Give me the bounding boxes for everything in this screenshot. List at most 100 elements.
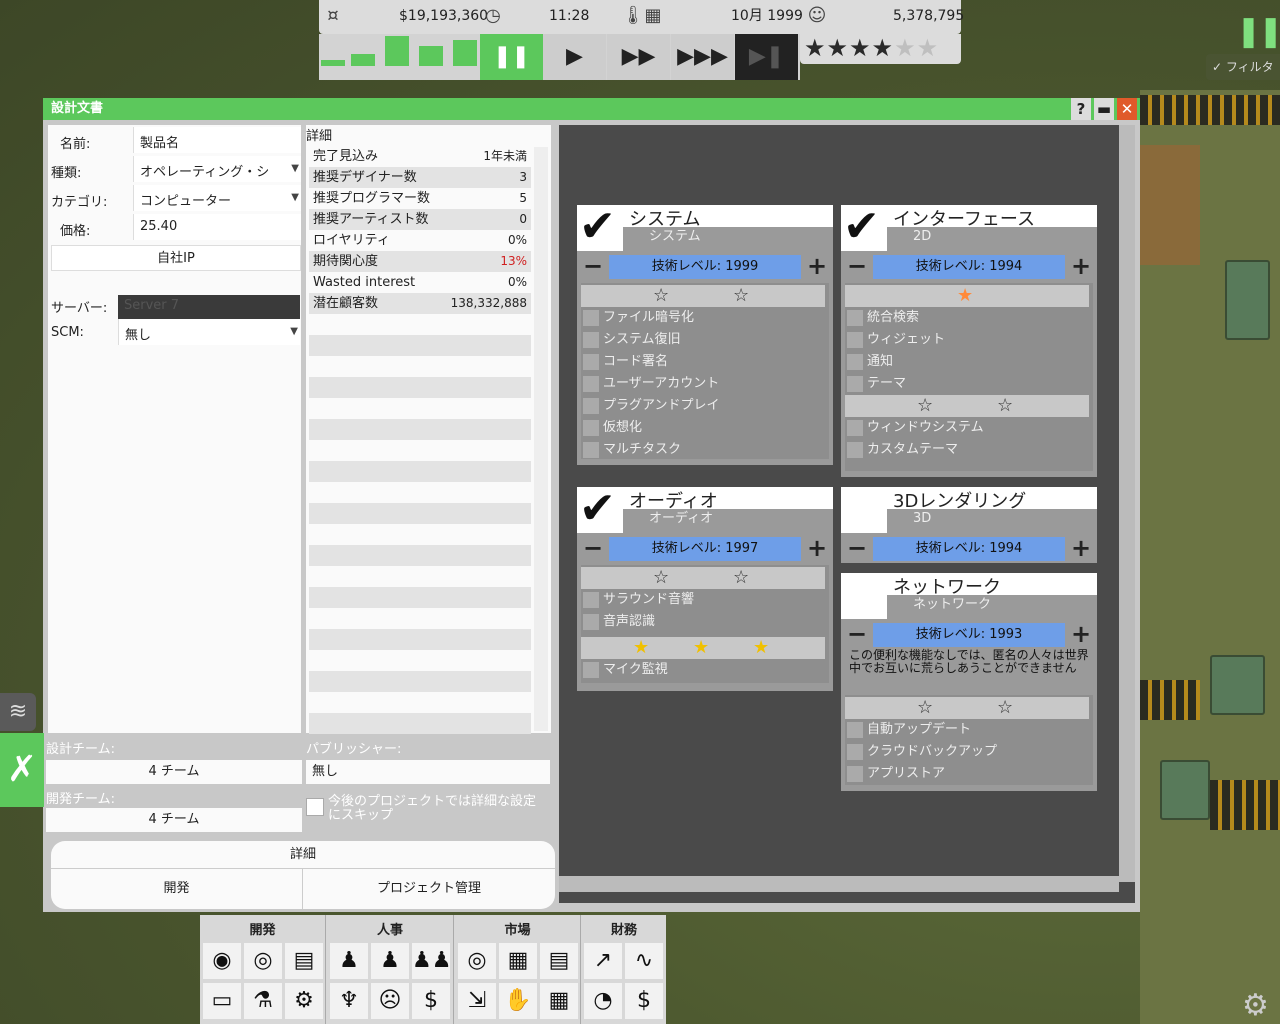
employee-icon[interactable]: ♟ [330, 943, 368, 979]
feature-checkbox[interactable] [583, 332, 599, 348]
tech-minus-button[interactable]: − [845, 254, 869, 279]
feature-checkbox[interactable] [847, 310, 863, 326]
feature-checkbox[interactable] [583, 398, 599, 414]
feature-checkbox[interactable] [847, 442, 863, 458]
dining-icon[interactable]: ♆ [330, 983, 368, 1019]
publisher-select[interactable]: 無し [306, 760, 550, 784]
feature-item[interactable]: ウィンドウシステム [845, 417, 1089, 439]
tech-plus-button[interactable]: + [805, 536, 829, 561]
feature-horizontal-scrollbar[interactable] [559, 876, 1119, 892]
feature-item[interactable]: アプリストア [845, 763, 1089, 785]
tech-minus-button[interactable]: − [845, 536, 869, 561]
check-icon[interactable]: ✔ [579, 487, 616, 531]
type-select[interactable]: オペレーティング・シ ▼ [133, 156, 301, 182]
details-button[interactable]: 詳細 [51, 841, 555, 869]
faster-button[interactable]: ▶▶▶ [671, 34, 734, 80]
minimize-button[interactable]: ▬ [1094, 98, 1114, 120]
feature-checkbox[interactable] [583, 442, 599, 458]
skip-button[interactable]: ▶❚ [735, 34, 798, 80]
details-scrollbar[interactable] [534, 147, 548, 731]
develop-button[interactable]: 開発 [51, 869, 303, 909]
line-chart-icon[interactable]: ∿ [625, 943, 663, 979]
tools-icon[interactable]: ✗ [0, 733, 44, 807]
own-ip-button[interactable]: 自社IP [51, 245, 301, 271]
fast-forward-button[interactable]: ▶▶ [607, 34, 670, 80]
feature-checkbox[interactable] [583, 420, 599, 436]
hire-icon[interactable]: ♟ [371, 943, 409, 979]
distribution-icon[interactable]: ⇲ [458, 983, 496, 1019]
feature-item[interactable]: サラウンド音響 [581, 589, 825, 611]
feature-checkbox[interactable] [847, 722, 863, 738]
feature-checkbox[interactable] [847, 766, 863, 782]
tech-minus-button[interactable]: − [845, 622, 869, 647]
feature-checkbox[interactable] [583, 592, 599, 608]
calendar-icon[interactable]: ▦ [540, 983, 578, 1019]
layers-icon[interactable]: ≋ [0, 693, 36, 731]
dev-team-select[interactable]: 4 チーム [46, 808, 302, 832]
feature-item[interactable]: コード署名 [581, 351, 825, 373]
close-button[interactable]: ✕ [1117, 98, 1137, 120]
name-input[interactable]: 製品名 [133, 127, 301, 153]
server-icon[interactable]: ▤ [285, 943, 323, 979]
feature-checkbox[interactable] [583, 310, 599, 326]
trend-icon[interactable]: ↗ [584, 943, 622, 979]
feature-item[interactable]: システム復旧 [581, 329, 825, 351]
tech-plus-button[interactable]: + [805, 254, 829, 279]
feature-checkbox[interactable] [583, 662, 599, 678]
feature-item[interactable]: マイク監視 [581, 659, 825, 681]
category-select[interactable]: コンピューター ▼ [133, 185, 301, 211]
market-disc-icon[interactable]: ◎ [458, 943, 496, 979]
design-team-select[interactable]: 4 チーム [46, 760, 302, 784]
tech-plus-button[interactable]: + [1069, 254, 1093, 279]
feature-item[interactable]: テーマ [845, 373, 1089, 395]
help-button[interactable]: ? [1071, 98, 1091, 120]
pause-indicator-icon[interactable]: ❚❚ [1236, 14, 1280, 49]
document-icon[interactable]: ▭ [203, 983, 241, 1019]
feature-checkbox[interactable] [847, 744, 863, 760]
check-icon[interactable]: ✔ [579, 205, 616, 249]
project-management-button[interactable]: プロジェクト管理 [303, 869, 555, 909]
staff-icon[interactable]: ♟♟ [412, 943, 451, 979]
pause-button[interactable]: ❚❚ [480, 34, 543, 80]
price-input[interactable]: 25.40 [133, 214, 301, 240]
feature-item[interactable]: 仮想化 [581, 417, 825, 439]
feature-checkbox[interactable] [583, 376, 599, 392]
feature-item[interactable]: ユーザーアカウント [581, 373, 825, 395]
feature-checkbox[interactable] [847, 354, 863, 370]
tech-plus-button[interactable]: + [1069, 536, 1093, 561]
feature-item[interactable]: カスタムテーマ [845, 439, 1089, 461]
feature-item[interactable]: 音声認識 [581, 611, 825, 633]
handshake-icon[interactable]: ✋ [499, 983, 537, 1019]
skip-details-checkbox[interactable] [306, 798, 324, 816]
settings-gear-icon[interactable]: ⚙ [1242, 988, 1269, 1023]
disc-icon[interactable]: ◎ [244, 943, 282, 979]
feature-checkbox[interactable] [847, 332, 863, 348]
check-icon[interactable]: ✔ [843, 205, 880, 249]
tech-minus-button[interactable]: − [581, 536, 605, 561]
feature-checkbox[interactable] [583, 354, 599, 370]
filter-button[interactable]: ✓ フィルタ [1206, 54, 1280, 80]
play-button[interactable]: ▶ [543, 34, 606, 80]
feature-checkbox[interactable] [583, 614, 599, 630]
feature-checkbox[interactable] [847, 420, 863, 436]
mood-icon[interactable]: ☹ [371, 983, 409, 1019]
newspaper-icon[interactable]: ▤ [540, 943, 578, 979]
feature-item[interactable]: クラウドバックアップ [845, 741, 1089, 763]
gear-icon[interactable]: ⚙ [285, 983, 323, 1019]
feature-vertical-scrollbar[interactable] [1119, 125, 1135, 882]
feature-item[interactable]: ファイル暗号化 [581, 307, 825, 329]
feature-item[interactable]: プラグアンドプレイ [581, 395, 825, 417]
server-select[interactable]: Server 7 [118, 295, 300, 319]
feature-item[interactable]: 自動アップデート [845, 719, 1089, 741]
tech-plus-button[interactable]: + [1069, 622, 1093, 647]
tech-minus-button[interactable]: − [581, 254, 605, 279]
feature-item[interactable]: マルチタスク [581, 439, 825, 461]
dollar-icon[interactable]: $ [625, 983, 663, 1019]
feature-checkbox[interactable] [847, 376, 863, 392]
new-product-icon[interactable]: ◉ [203, 943, 241, 979]
feature-item[interactable]: ウィジェット [845, 329, 1089, 351]
pie-chart-icon[interactable]: ◔ [584, 983, 622, 1019]
building-icon[interactable]: ▦ [499, 943, 537, 979]
feature-item[interactable]: 統合検索 [845, 307, 1089, 329]
research-icon[interactable]: ⚗ [244, 983, 282, 1019]
